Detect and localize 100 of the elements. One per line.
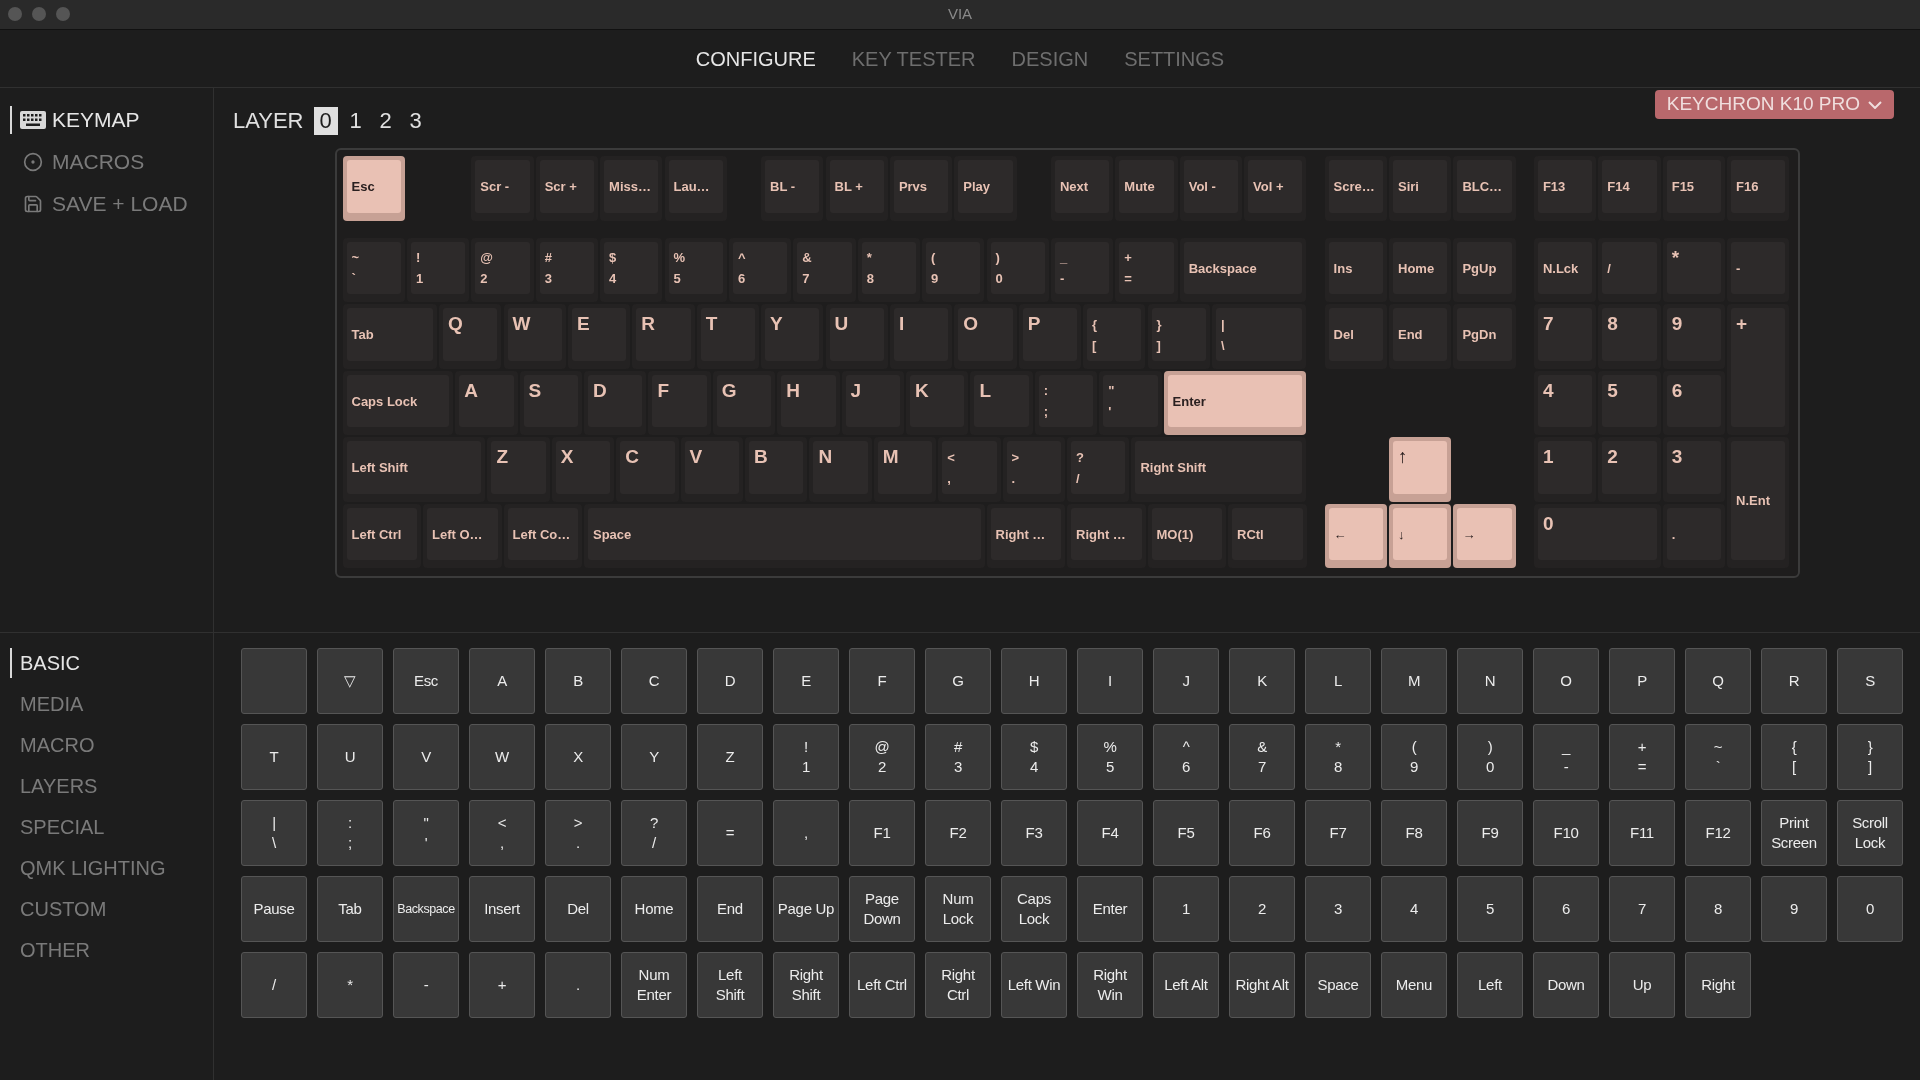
palette-key[interactable]: S <box>1837 648 1903 714</box>
keycap[interactable]: | \ <box>1211 304 1307 369</box>
palette-key[interactable]: 1 <box>1153 876 1219 942</box>
palette-key[interactable]: Home <box>621 876 687 942</box>
palette-key[interactable]: 5 <box>1457 876 1523 942</box>
keycap[interactable]: J <box>841 370 904 436</box>
keycap[interactable]: Enter <box>1163 370 1307 436</box>
palette-key[interactable]: + = <box>1609 724 1675 790</box>
palette-key[interactable]: F2 <box>925 800 991 866</box>
keycap[interactable]: H <box>777 370 840 436</box>
keycap[interactable]: ! 1 <box>406 237 470 303</box>
keycap[interactable]: Z <box>487 437 550 502</box>
palette-key[interactable]: Enter <box>1077 876 1143 942</box>
keycap[interactable]: 2 <box>1598 437 1661 502</box>
palette-key[interactable]: Up <box>1609 952 1675 1018</box>
keycap[interactable]: → <box>1453 503 1516 569</box>
keycap[interactable]: " ' <box>1099 370 1162 436</box>
keycap[interactable]: Next <box>1050 156 1114 221</box>
keycap[interactable]: Right … <box>1067 503 1146 569</box>
keycap[interactable]: 3 <box>1662 437 1726 502</box>
palette-key[interactable]: R <box>1761 648 1827 714</box>
keycap[interactable]: Scr + <box>535 156 599 221</box>
palette-key[interactable]: > . <box>545 800 611 866</box>
palette-key[interactable]: Left Win <box>1001 952 1067 1018</box>
nav-tab[interactable]: CONFIGURE <box>695 43 816 74</box>
layer-tab[interactable]: 2 <box>373 106 398 135</box>
palette-key[interactable]: Down <box>1533 952 1599 1018</box>
keycap[interactable]: PgDn <box>1453 304 1516 369</box>
category-item[interactable]: SPECIAL <box>10 812 213 842</box>
keycap[interactable]: : ; <box>1034 370 1098 436</box>
keycap[interactable]: Right Shift <box>1131 437 1307 502</box>
palette-key[interactable]: Scroll Lock <box>1837 800 1903 866</box>
palette-key[interactable]: G <box>925 648 991 714</box>
keycap[interactable]: O <box>954 304 1017 369</box>
category-item[interactable]: MACRO <box>10 730 213 760</box>
category-item[interactable]: LAYERS <box>10 771 213 801</box>
palette-key[interactable]: { [ <box>1761 724 1827 790</box>
keycap[interactable]: I <box>889 304 953 369</box>
keycap[interactable]: S <box>519 370 582 436</box>
keycap[interactable]: Y <box>761 304 824 369</box>
keycap[interactable]: 7 <box>1533 304 1597 369</box>
keycap[interactable]: Left Ctrl <box>342 503 421 569</box>
palette-key[interactable]: F6 <box>1229 800 1295 866</box>
palette-key[interactable]: N <box>1457 648 1523 714</box>
palette-key[interactable]: F4 <box>1077 800 1143 866</box>
palette-key[interactable]: # 3 <box>925 724 991 790</box>
keycap[interactable]: Lau… <box>664 156 727 221</box>
palette-key[interactable]: ▽ <box>317 648 383 714</box>
palette-key[interactable]: Insert <box>469 876 535 942</box>
keycap[interactable]: C <box>616 437 679 502</box>
palette-key[interactable]: % 5 <box>1077 724 1143 790</box>
keycap[interactable]: BLC… <box>1453 156 1516 221</box>
category-item[interactable]: CUSTOM <box>10 894 213 924</box>
keycap[interactable]: End <box>1389 304 1452 369</box>
keycap[interactable]: * <box>1662 237 1726 303</box>
palette-key[interactable]: = <box>697 800 763 866</box>
palette-key[interactable]: F11 <box>1609 800 1675 866</box>
keycap[interactable]: ↑ <box>1389 437 1452 502</box>
keycap[interactable]: Mute <box>1115 156 1178 221</box>
category-item[interactable]: BASIC <box>10 648 213 678</box>
palette-key[interactable]: F7 <box>1305 800 1371 866</box>
category-item[interactable]: MEDIA <box>10 689 213 719</box>
palette-key[interactable]: 9 <box>1761 876 1827 942</box>
keycap[interactable]: ? / <box>1067 437 1130 502</box>
keycap[interactable]: R <box>632 304 695 369</box>
palette-key[interactable]: M <box>1381 648 1447 714</box>
palette-key[interactable]: F10 <box>1533 800 1599 866</box>
palette-key[interactable]: Left Alt <box>1153 952 1219 1018</box>
keycap[interactable]: U <box>825 304 888 369</box>
palette-key[interactable]: & 7 <box>1229 724 1295 790</box>
keycap[interactable]: F15 <box>1662 156 1726 221</box>
keycap[interactable]: & 7 <box>793 237 856 303</box>
keycap[interactable]: @ 2 <box>471 237 534 303</box>
palette-key[interactable]: Menu <box>1381 952 1447 1018</box>
keycap[interactable]: Left Co… <box>503 503 582 569</box>
layer-tab[interactable]: 3 <box>403 106 428 135</box>
palette-key[interactable]: 0 <box>1837 876 1903 942</box>
palette-key[interactable]: L <box>1305 648 1371 714</box>
palette-key[interactable]: F8 <box>1381 800 1447 866</box>
palette-key[interactable]: ~ ` <box>1685 724 1751 790</box>
category-item[interactable]: OTHER <box>10 935 213 965</box>
palette-key[interactable]: End <box>697 876 763 942</box>
palette-key[interactable]: ^ 6 <box>1153 724 1219 790</box>
sidebar-item[interactable]: KEYMAP <box>10 106 213 134</box>
keycap[interactable]: Del <box>1324 304 1387 369</box>
keycap[interactable]: E <box>567 304 631 369</box>
palette-key[interactable]: Right Alt <box>1229 952 1295 1018</box>
palette-key[interactable]: Caps Lock <box>1001 876 1067 942</box>
palette-key[interactable]: J <box>1153 648 1219 714</box>
palette-key[interactable]: _ - <box>1533 724 1599 790</box>
keycap[interactable]: + <box>1727 304 1790 436</box>
palette-key[interactable]: Left <box>1457 952 1523 1018</box>
keycap[interactable]: BL - <box>761 156 824 221</box>
keycap[interactable]: F14 <box>1598 156 1661 221</box>
palette-key[interactable]: Right <box>1685 952 1751 1018</box>
keycap[interactable]: - <box>1727 237 1790 303</box>
keycap[interactable]: F16 <box>1727 156 1790 221</box>
palette-key[interactable]: Page Up <box>773 876 839 942</box>
window-minimize-control[interactable] <box>32 7 46 21</box>
palette-key[interactable]: W <box>469 724 535 790</box>
